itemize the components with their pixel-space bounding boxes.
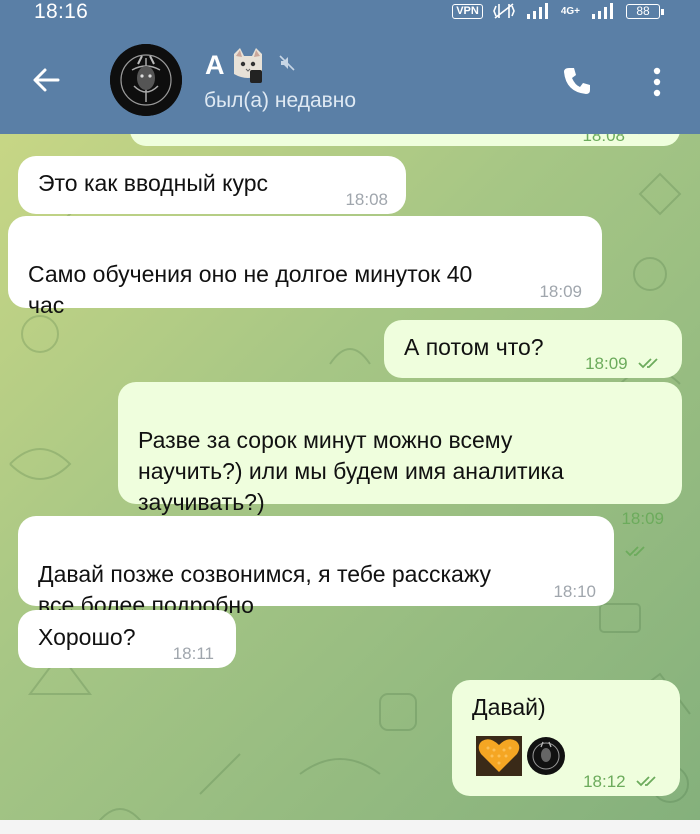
chat-area[interactable]: 18:08 Это как вводный курс 18:08 Само об… (0, 134, 700, 834)
message-bubble-in[interactable]: Хорошо? 18:11 (18, 610, 236, 668)
status-bar: 18:16 VPN 4G+ 88 (0, 0, 700, 30)
signal-icon-2 (592, 3, 613, 19)
message-bubble-out[interactable]: Разве за сорок минут можно всему научить… (118, 382, 682, 557)
message-bubble-out[interactable]: Давай) 18:12 (452, 680, 680, 796)
clock: 18:16 (34, 0, 89, 23)
battery-icon: 88 (626, 3, 664, 19)
vibrate-icon (492, 3, 515, 19)
message-bubble-out-partial[interactable]: 18:08 (130, 134, 680, 146)
message-meta: 18:12 (583, 764, 662, 797)
signal-icon (526, 3, 548, 19)
message-time: 18:12 (583, 772, 626, 791)
network-type: 4G+ (560, 5, 580, 17)
message-text: Давай) (472, 694, 546, 720)
avatar[interactable] (110, 44, 182, 116)
message-text: Это как вводный курс (38, 170, 269, 196)
more-vertical-icon[interactable] (650, 66, 664, 98)
message-time: 18:08 (582, 134, 625, 145)
message-time: 18:09 (621, 509, 664, 528)
read-ticks-icon (638, 358, 658, 369)
chat-name[interactable]: А (205, 50, 225, 81)
message-text: Разве за сорок минут можно всему научить… (138, 427, 564, 515)
read-ticks-icon (638, 134, 640, 135)
message-bubble-out[interactable]: А потом что? 18:09 (384, 320, 682, 378)
arrow-left-icon[interactable] (30, 64, 62, 96)
avatar-sticker-icon (527, 737, 565, 775)
message-bubble-in[interactable]: Само обучения оно не долгое минуток 40 ч… (8, 216, 602, 318)
message-input-bar[interactable] (0, 820, 700, 834)
vpn-icon: VPN (452, 3, 483, 19)
avatar-image (110, 44, 182, 116)
read-ticks-icon (636, 776, 656, 787)
heart-emoji-icon (476, 736, 522, 776)
message-time: 18:09 (539, 282, 582, 301)
sticker-row (476, 736, 566, 776)
message-meta: 18:09 (621, 470, 664, 565)
muted-icon (279, 55, 295, 71)
cat-emoji-icon (234, 48, 262, 83)
message-text: Хорошо? (38, 624, 136, 650)
message-time: 18:09 (585, 354, 628, 373)
message-time: 18:11 (172, 644, 214, 663)
phone-icon[interactable] (560, 64, 594, 98)
message-meta: 18:09 (585, 346, 664, 379)
chat-header: А был(а) недавно (0, 30, 700, 134)
message-bubble-in[interactable]: Это как вводный курс 18:08 (18, 156, 406, 214)
read-ticks-icon (625, 546, 646, 557)
message-bubble-in[interactable]: Давай позже созвонимся, я тебе расскажу … (18, 516, 614, 618)
status-icons: VPN 4G+ 88 (452, 2, 664, 20)
message-time: 18:08 (345, 190, 388, 209)
message-time: 18:10 (553, 582, 596, 601)
last-seen-status: был(а) недавно (204, 89, 357, 112)
message-text: А потом что? (404, 334, 544, 360)
